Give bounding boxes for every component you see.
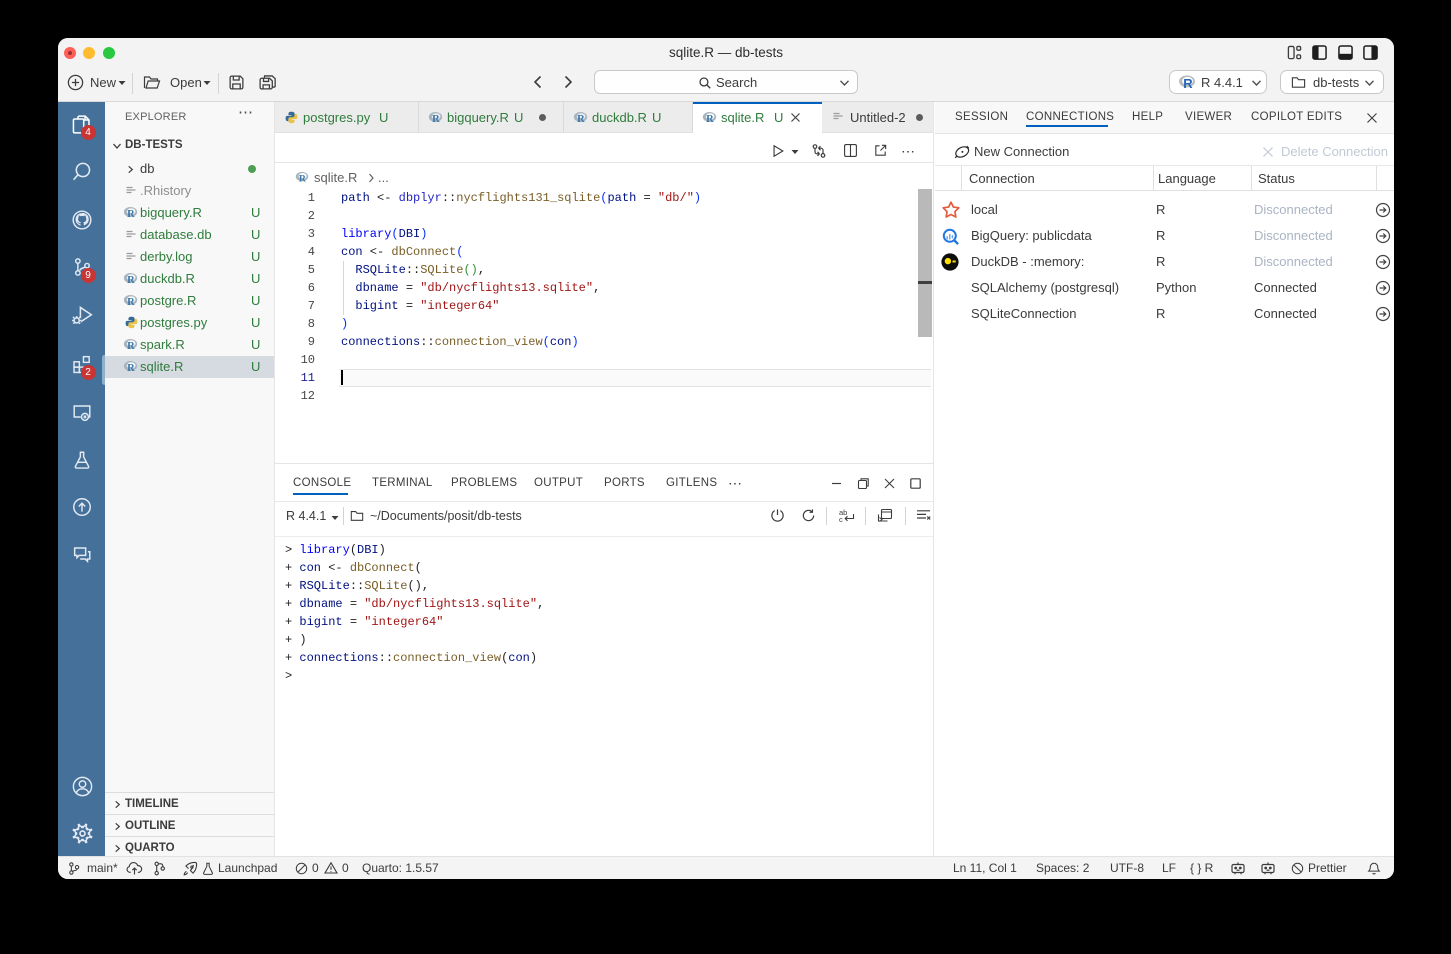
svg-text:R: R: [299, 173, 307, 183]
svg-text:R: R: [432, 114, 440, 124]
svg-text:R: R: [127, 275, 135, 285]
svg-text:R: R: [706, 114, 714, 124]
svg-text:R: R: [127, 363, 135, 373]
svg-text:R: R: [127, 297, 135, 307]
svg-text:R: R: [127, 341, 135, 351]
svg-text:R: R: [577, 114, 585, 124]
svg-text:R: R: [127, 209, 135, 219]
svg-text:c: c: [839, 515, 843, 524]
svg-text:R: R: [1183, 76, 1193, 89]
